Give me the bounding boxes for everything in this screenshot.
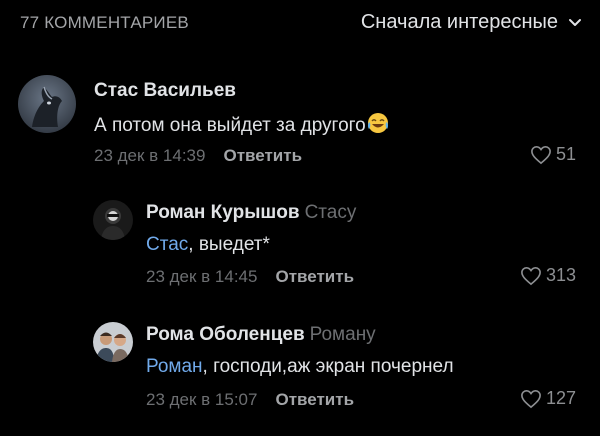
like-button[interactable]: 313 [520, 265, 576, 286]
like-count: 313 [545, 265, 576, 285]
avatar[interactable] [18, 75, 76, 133]
comment-text: Роман, господи,аж экран почернел [146, 356, 454, 378]
avatar-image [93, 200, 133, 240]
avatar-image [93, 322, 133, 362]
heart-icon [521, 389, 541, 408]
reply-button[interactable]: Ответить [275, 390, 354, 410]
face-with-tears-of-joy-icon [367, 113, 388, 133]
like-button[interactable]: 51 [530, 144, 576, 165]
comment-reply-item: Рома Оболенцев Роману Роман, господи,аж э… [0, 310, 600, 430]
heart-icon [521, 266, 541, 285]
author-name[interactable]: Роман Курышов [146, 202, 300, 223]
comments-count: 77 КОММЕНТАРИЕВ [20, 13, 189, 32]
comment-text: А потом она выйдет за другого [94, 112, 389, 137]
comment-date: 23 дек в 14:45 [146, 267, 258, 286]
like-count: 127 [545, 388, 576, 408]
comment-body: А потом она выйдет за другого [94, 115, 366, 136]
comment-text: Стас, выедет* [146, 234, 270, 256]
avatar-image [18, 75, 76, 133]
reply-button[interactable]: Ответить [275, 267, 354, 287]
like-count: 51 [555, 144, 576, 164]
comment-reply-item: Роман Курышов Стасу Стас, выедет* 23 дек … [0, 190, 600, 300]
mention-link[interactable]: Роман [146, 356, 203, 377]
sort-label: Сначала интересные [360, 11, 558, 33]
comment-item: Стас Васильев А потом она выйдет за друг… [0, 60, 600, 170]
avatar[interactable] [93, 322, 133, 362]
comment-date: 23 дек в 15:07 [146, 390, 258, 409]
avatar[interactable] [93, 200, 133, 240]
reply-to-label[interactable]: Роману [310, 324, 376, 345]
mention-link[interactable]: Стас [146, 234, 188, 255]
comment-body: , господи,аж экран почернел [202, 356, 454, 377]
comment-body: , выедет* [188, 234, 270, 255]
author-name[interactable]: Рома Оболенцев [146, 324, 305, 345]
like-button[interactable]: 127 [520, 388, 576, 409]
chevron-down-icon [569, 18, 581, 26]
reply-to-label[interactable]: Стасу [305, 202, 357, 223]
comments-header: 77 КОММЕНТАРИЕВ Сначала интересные [0, 0, 600, 48]
comment-date: 23 дек в 14:39 [94, 146, 206, 165]
sort-dropdown[interactable]: Сначала интересные [361, 11, 582, 34]
heart-icon [531, 145, 551, 164]
author-name[interactable]: Стас Васильев [94, 80, 236, 101]
reply-button[interactable]: Ответить [223, 146, 302, 166]
